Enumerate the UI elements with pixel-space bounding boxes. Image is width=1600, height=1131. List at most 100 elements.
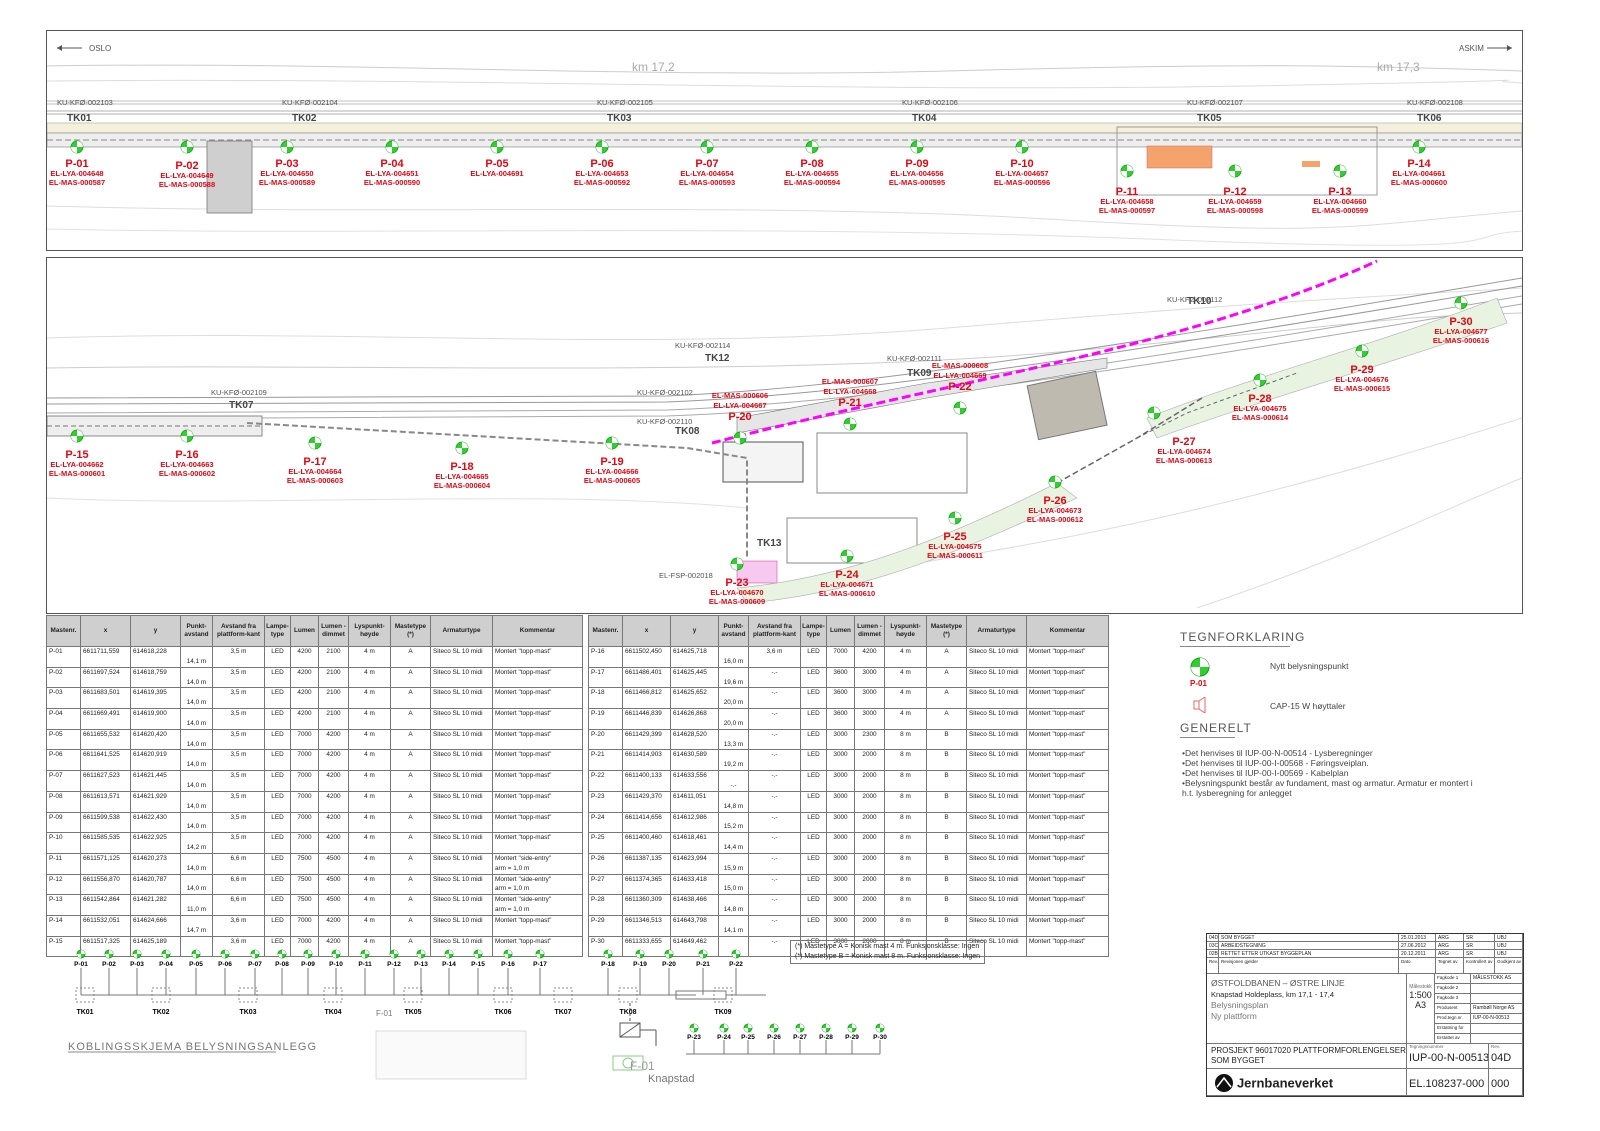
point-lya-p-16: EL-LYA-004663 — [160, 460, 213, 469]
table-cell: 8 m — [884, 894, 927, 906]
point-lya-p-12: EL-LYA-004659 — [1208, 197, 1261, 206]
table-cell: 614624,666 — [130, 914, 181, 926]
table-cell — [884, 677, 927, 688]
schema-point-label: P-06 — [218, 961, 232, 968]
schema-lamp-icon — [389, 949, 399, 959]
table-row: P-16 6611502,450 614625,718 3,6 m LED 7000 420… — [588, 645, 1109, 657]
place: Knapstad Holdeplass, km 17,1 - 17,4 — [1211, 990, 1334, 999]
legend-sample-id: P-01 — [1190, 679, 1207, 688]
table-cell — [80, 843, 131, 854]
table-cell: A — [390, 832, 431, 844]
schema-point-label: P-01 — [74, 961, 88, 968]
table-cell: 4200 — [318, 728, 349, 740]
table-cell: 8 m — [884, 770, 927, 781]
schema-point-label: P-09 — [301, 961, 315, 968]
point-lya-p-25: EL-LYA-004675 — [928, 542, 981, 551]
table-cell — [748, 739, 801, 750]
table-cell — [966, 801, 1027, 812]
schema-point-label: P-18 — [601, 961, 615, 968]
table-cell: 4 m — [348, 770, 391, 781]
table-header: Lumen — [826, 615, 855, 647]
table-cell — [670, 780, 719, 792]
table-cell — [670, 739, 719, 750]
schema-lamp-icon — [444, 949, 454, 959]
table-cell: Siteco SL 10 midi — [430, 790, 493, 802]
table-row: P-26 6611387,135 614623,994 -.- LED 3000 2000 8… — [588, 852, 1109, 864]
point-mas-p-09: EL-MAS-000595 — [889, 178, 945, 187]
table-cell: P-18 — [588, 687, 623, 699]
table-cell — [800, 718, 827, 730]
table-cell — [1026, 656, 1109, 668]
table-cell — [718, 770, 749, 781]
table-cell: Siteco SL 10 midi — [966, 894, 1027, 906]
table-cell — [430, 677, 493, 688]
revision-header: Godkjent av — [1495, 958, 1523, 974]
table-header: Mastetype (*) — [926, 615, 967, 647]
table-cell: A — [390, 728, 431, 740]
revision-cell: 03C — [1207, 942, 1219, 950]
table-cell: Montert "topp-mast" — [492, 914, 583, 926]
table-cell: 6611613,571 — [80, 790, 131, 802]
table-cell — [348, 739, 391, 750]
lamp-p-23-icon — [730, 557, 744, 571]
table-cell — [718, 645, 749, 657]
table-cell: 3000 — [854, 687, 885, 699]
table-cell — [670, 925, 719, 937]
table-cell: 6611571,125 — [80, 852, 131, 864]
table-cell: Siteco SL 10 midi — [966, 687, 1027, 699]
table-cell — [264, 801, 291, 812]
point-lya-p-01: EL-LYA-004648 — [50, 169, 103, 178]
table-cell — [926, 843, 967, 854]
table-cell — [884, 698, 927, 709]
table-cell: P-07 — [46, 770, 81, 781]
table-cell — [966, 843, 1027, 854]
point-lya-p-14: EL-LYA-004661 — [1392, 169, 1445, 178]
table-cell — [826, 884, 855, 895]
point-lya-p-29: EL-LYA-004676 — [1335, 375, 1388, 384]
table-cell: 6611466,812 — [622, 687, 671, 699]
table-cell: 2000 — [854, 873, 885, 885]
table-cell: A — [390, 749, 431, 761]
table-cell: 4 m — [348, 914, 391, 926]
schema-point-label: P-12 — [387, 961, 401, 968]
field-label: Fagkode 1 — [1435, 974, 1471, 984]
table-cell — [926, 822, 967, 833]
table-cell — [130, 677, 181, 688]
table-cell: Siteco SL 10 midi — [966, 873, 1027, 885]
table-cell: Montert "topp-mast" — [1026, 852, 1109, 864]
table-cell: arm = 1,0 m — [492, 863, 583, 875]
table-cell — [622, 698, 671, 709]
table-cell — [926, 905, 967, 916]
table-cell — [926, 863, 967, 875]
table-cell — [318, 801, 349, 812]
table-cell — [884, 905, 927, 916]
point-mas-p-10: EL-MAS-000596 — [994, 178, 1050, 187]
table-cell — [348, 863, 391, 875]
table-cell — [718, 728, 749, 740]
table-cell: 11,0 m — [180, 905, 213, 916]
table-cell: 4200 — [290, 708, 319, 719]
table-cell — [492, 656, 583, 668]
table-cell — [854, 822, 885, 833]
table-cell — [1026, 677, 1109, 688]
table-cell: 4 m — [348, 790, 391, 802]
table-cell: B — [926, 790, 967, 802]
table-cell: 614626,868 — [670, 708, 719, 719]
table-cell — [264, 884, 291, 895]
table-cell: P-17 — [588, 666, 623, 678]
table-cell: 2000 — [854, 832, 885, 844]
table-cell: Montert "topp-mast" — [1026, 873, 1109, 885]
table-cell: 7000 — [290, 728, 319, 740]
ku-label: KU-KFØ-002107 — [1187, 98, 1243, 107]
table-cell — [588, 884, 623, 895]
table-cell — [966, 884, 1027, 895]
table-cell: 6611414,656 — [622, 811, 671, 823]
table-cell — [966, 822, 1027, 833]
table-cell: P-04 — [46, 708, 81, 719]
lamp-p-15-icon — [70, 429, 84, 443]
table-row-distance: 14,0 m — [46, 760, 583, 771]
table-row: P-13 6611542,864 614621,282 6,6 m LED 7500 450… — [46, 894, 583, 906]
table-cell — [966, 677, 1027, 688]
schema-tk-label: TK08 — [619, 1009, 636, 1016]
table-cell: 15,0 m — [718, 884, 749, 895]
